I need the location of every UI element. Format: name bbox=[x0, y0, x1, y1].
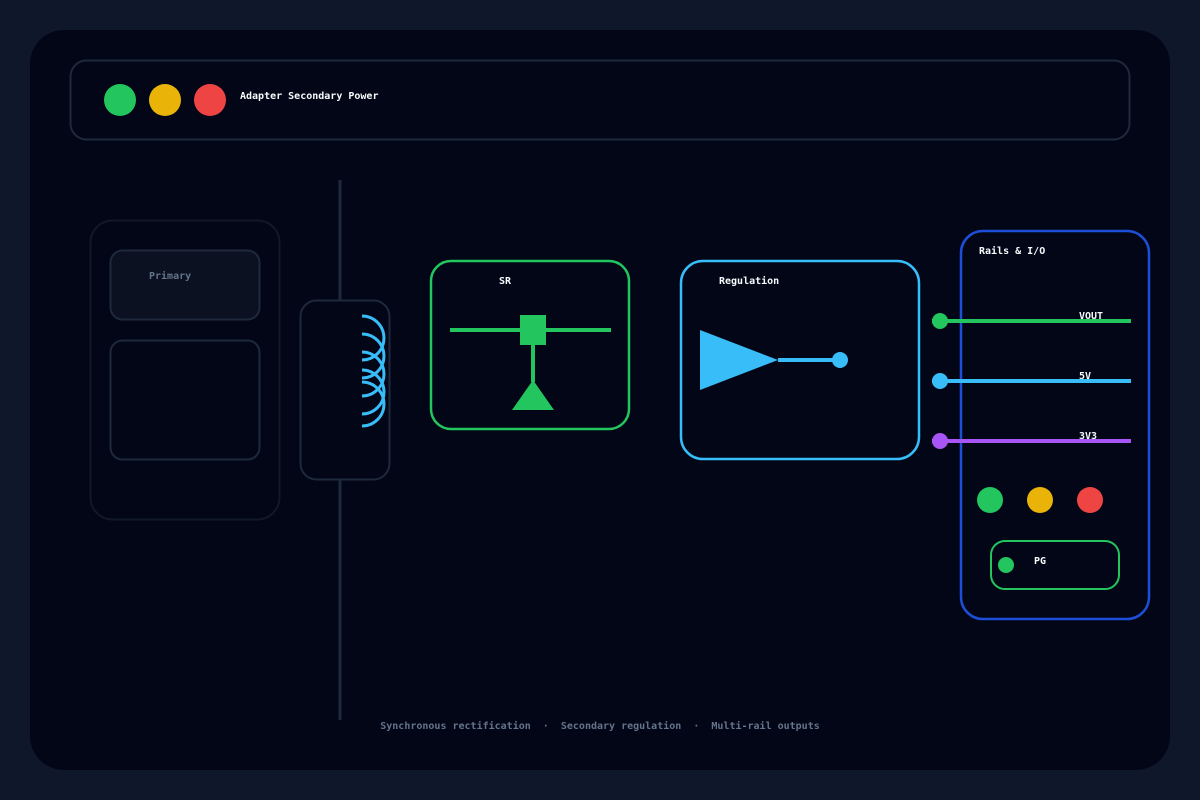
transformer-block bbox=[299, 299, 391, 481]
diagram-canvas: Adapter Secondary Power Primary SR Regul… bbox=[30, 30, 1170, 770]
rail-3v3-label: 3V3 bbox=[1079, 431, 1097, 442]
pg-led-icon bbox=[998, 557, 1014, 573]
rail-vout-label: VOUT bbox=[1079, 311, 1103, 322]
status-led-green bbox=[977, 487, 1003, 513]
rail-vout-node-icon bbox=[932, 313, 948, 329]
rail-5v-label: 5V bbox=[1079, 371, 1091, 382]
regulation-label: Regulation bbox=[719, 275, 779, 287]
rails-title: Rails & I/O bbox=[979, 245, 1045, 257]
window-title: Adapter Secondary Power bbox=[240, 91, 378, 102]
primary-label-box bbox=[109, 249, 261, 321]
window-green-light[interactable] bbox=[104, 84, 136, 116]
status-led-yellow bbox=[1027, 487, 1053, 513]
window-yellow-light[interactable] bbox=[149, 84, 181, 116]
rail-3v3-node-icon bbox=[932, 433, 948, 449]
status-led-red bbox=[1077, 487, 1103, 513]
main-panel bbox=[30, 30, 1170, 770]
footer-caption: Synchronous rectification · Secondary re… bbox=[380, 720, 820, 732]
pg-label: PG bbox=[1034, 556, 1046, 567]
rail-5v-node-icon bbox=[932, 373, 948, 389]
primary-label: Primary bbox=[149, 270, 191, 282]
sr-label: SR bbox=[499, 276, 512, 287]
window-red-light[interactable] bbox=[194, 84, 226, 116]
